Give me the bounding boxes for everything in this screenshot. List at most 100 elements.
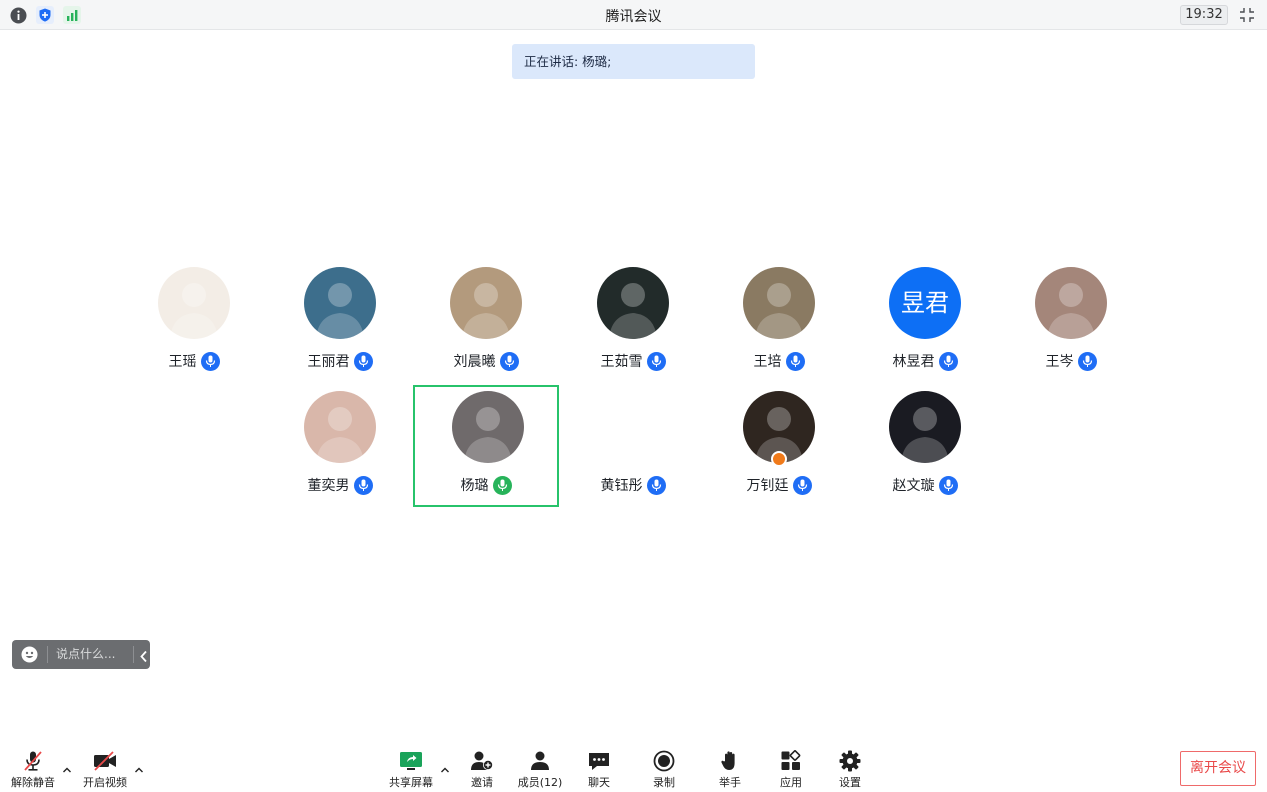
- gear-icon: [837, 750, 863, 772]
- apps-grid-icon: [778, 750, 804, 772]
- share-screen-icon: [398, 750, 424, 772]
- unmute-label: 解除静音: [11, 776, 55, 789]
- participant-name-line: 赵文璇: [852, 475, 998, 495]
- participant-tile[interactable]: 王茹雪: [560, 263, 706, 385]
- start-video-label: 开启视频: [83, 776, 127, 789]
- participant-tile[interactable]: 赵文璇: [852, 387, 998, 509]
- participant-name-line: 黄钰彤: [560, 475, 706, 495]
- raise-hand-button[interactable]: 举手: [711, 750, 749, 790]
- divider: [133, 646, 134, 663]
- baby-photo-avatar: [304, 391, 376, 463]
- participant-name: 杨璐: [460, 478, 489, 494]
- participant-name: 王茹雪: [600, 354, 643, 370]
- settings-label: 设置: [839, 776, 861, 789]
- meeting-clock: 19:32: [1180, 5, 1228, 25]
- participant-name: 王瑶: [168, 354, 197, 370]
- participant-tile[interactable]: 刘晨曦: [413, 263, 559, 385]
- cartoon-duck-avatar: [597, 391, 669, 463]
- exit-fullscreen-icon[interactable]: [1238, 6, 1256, 24]
- share-screen-label: 共享屏幕: [389, 776, 433, 789]
- participant-name-line: 王岑: [998, 351, 1144, 371]
- mic-icon: [938, 351, 958, 371]
- add-user-icon: [469, 750, 495, 772]
- participant-name-line: 杨璐: [415, 475, 557, 495]
- mic-icon: [353, 351, 373, 371]
- participant-name-line: 林昱君: [852, 351, 998, 371]
- participant-tile[interactable]: 王瑶: [121, 263, 267, 385]
- participant-name: 王丽君: [307, 354, 350, 370]
- share-screen-button[interactable]: 共享屏幕: [388, 750, 434, 790]
- participant-name: 万钊廷: [746, 478, 789, 494]
- members-button[interactable]: 成员(12): [516, 750, 564, 790]
- active-speaker-banner: 正在讲话: 杨璐;: [512, 44, 755, 79]
- mic-icon: [499, 351, 519, 371]
- initials-avatar: 昱君: [889, 267, 961, 339]
- participant-name: 林昱君: [892, 354, 935, 370]
- title-bar: 腾讯会议 19:32: [0, 0, 1267, 30]
- portrait-photo-avatar: [597, 267, 669, 339]
- leave-meeting-button[interactable]: 离开会议: [1180, 751, 1256, 786]
- participant-name: 刘晨曦: [453, 354, 496, 370]
- chat-button[interactable]: 聊天: [580, 750, 618, 790]
- avatar-initials: 昱君: [901, 289, 949, 317]
- cartoon-baby-avatar: [158, 267, 230, 339]
- tree-sky-photo-avatar: [304, 267, 376, 339]
- participant-tile[interactable]: 万钊廷: [706, 387, 852, 509]
- window-title: 腾讯会议: [605, 9, 662, 25]
- mic-icon: [200, 351, 220, 371]
- mic-icon: [353, 475, 373, 495]
- participant-tile[interactable]: 王岑: [998, 263, 1144, 385]
- mic-icon: [938, 475, 958, 495]
- emoji-icon[interactable]: [21, 646, 38, 667]
- chat-bubble-icon: [586, 750, 612, 772]
- participant-name-line: 董奕男: [267, 475, 413, 495]
- mic-icon: [646, 351, 666, 371]
- collapse-chevron-left-icon[interactable]: [139, 648, 149, 667]
- child-photo-avatar: [743, 267, 815, 339]
- record-button[interactable]: 录制: [645, 750, 683, 790]
- apps-button[interactable]: 应用: [772, 750, 810, 790]
- participant-name-line: 王培: [706, 351, 852, 371]
- unmute-button[interactable]: 解除静音: [10, 750, 56, 790]
- portrait-photo-avatar: [1035, 267, 1107, 339]
- participant-name: 黄钰彤: [600, 478, 643, 494]
- quick-chat-bar[interactable]: 说点什么...: [12, 640, 150, 669]
- card-photo-avatar: [450, 267, 522, 339]
- invite-label: 邀请: [471, 776, 493, 789]
- chat-input-placeholder[interactable]: 说点什么...: [56, 640, 115, 669]
- settings-button[interactable]: 设置: [831, 750, 869, 790]
- audio-options-chevron-up-icon[interactable]: [61, 760, 73, 773]
- raise-hand-label: 举手: [719, 776, 741, 789]
- participant-name-line: 万钊廷: [706, 475, 852, 495]
- participant-tile[interactable]: 昱君林昱君: [852, 263, 998, 385]
- participant-name: 赵文璇: [892, 478, 935, 494]
- share-options-chevron-up-icon[interactable]: [439, 760, 451, 773]
- start-video-button[interactable]: 开启视频: [82, 750, 128, 790]
- participant-name-line: 王瑶: [121, 351, 267, 371]
- participant-tile[interactable]: 董奕男: [267, 387, 413, 509]
- video-options-chevron-up-icon[interactable]: [133, 760, 145, 773]
- participant-name-line: 王茹雪: [560, 351, 706, 371]
- invite-button[interactable]: 邀请: [462, 750, 502, 790]
- mic-icon: [646, 475, 666, 495]
- mic-icon: [1077, 351, 1097, 371]
- chat-label: 聊天: [588, 776, 610, 789]
- participant-name: 王培: [753, 354, 782, 370]
- members-label: 成员(12): [517, 776, 563, 789]
- participant-name: 王岑: [1045, 354, 1074, 370]
- record-icon: [651, 750, 677, 772]
- night-photo-avatar: [889, 391, 961, 463]
- participant-tile[interactable]: 王丽君: [267, 263, 413, 385]
- participant-tile[interactable]: 杨璐: [413, 385, 559, 507]
- participant-tile[interactable]: 王培: [706, 263, 852, 385]
- speaking-mic-icon: [492, 475, 512, 495]
- participant-tile[interactable]: 黄钰彤: [560, 387, 706, 509]
- mic-icon: [785, 351, 805, 371]
- record-label: 录制: [653, 776, 675, 789]
- participant-name: 董奕男: [307, 478, 350, 494]
- participant-name-line: 刘晨曦: [413, 351, 559, 371]
- host-badge-icon: [771, 451, 787, 467]
- divider: [47, 646, 48, 663]
- muted-mic-icon: [20, 750, 46, 772]
- apps-label: 应用: [780, 776, 802, 789]
